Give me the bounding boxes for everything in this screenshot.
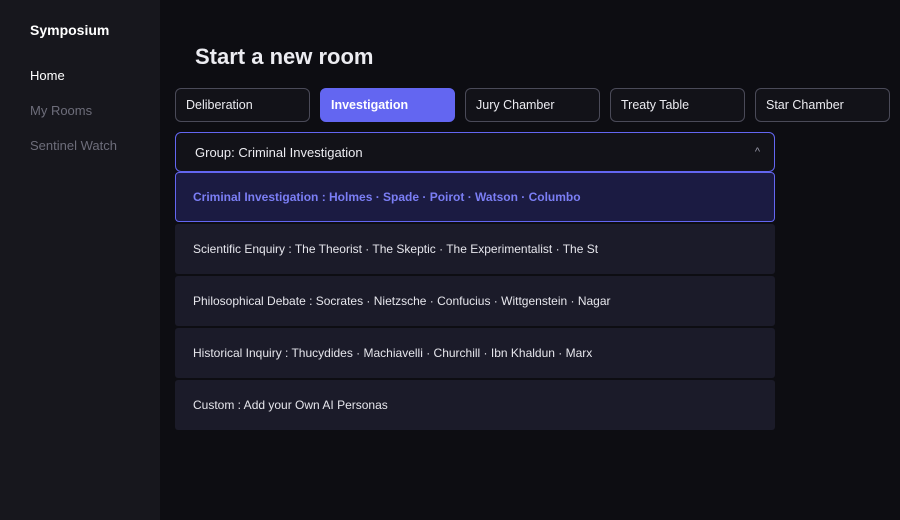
- tab-star-chamber[interactable]: Star Chamber: [755, 88, 890, 122]
- option-historical-inquiry[interactable]: Historical Inquiry : Thucydides · Machia…: [175, 328, 775, 378]
- tab-investigation[interactable]: Investigation: [320, 88, 455, 122]
- sidebar-item-my-rooms[interactable]: My Rooms: [30, 103, 92, 118]
- room-type-tabs: Deliberation Investigation Jury Chamber …: [175, 88, 890, 122]
- group-select-label: Group: Criminal Investigation: [195, 144, 363, 160]
- brand-name: Symposium: [30, 22, 110, 38]
- sidebar: Symposium Home My Rooms Sentinel Watch: [0, 0, 160, 520]
- option-scientific-enquiry[interactable]: Scientific Enquiry : The Theorist · The …: [175, 224, 775, 274]
- option-philosophical-debate[interactable]: Philosophical Debate : Socrates · Nietzs…: [175, 276, 775, 326]
- tab-jury-chamber[interactable]: Jury Chamber: [465, 88, 600, 122]
- app-window: Symposium Home My Rooms Sentinel Watch S…: [0, 0, 900, 520]
- option-custom[interactable]: Custom : Add your Own AI Personas: [175, 380, 775, 430]
- group-select-dropdown[interactable]: Group: Criminal Investigation ^: [175, 132, 775, 172]
- option-criminal-investigation[interactable]: Criminal Investigation : Holmes · Spade …: [175, 172, 775, 222]
- sidebar-item-sentinel-watch[interactable]: Sentinel Watch: [30, 138, 117, 153]
- group-options-list: Criminal Investigation : Holmes · Spade …: [175, 172, 775, 432]
- sidebar-item-home[interactable]: Home: [30, 68, 65, 83]
- chevron-up-icon: ^: [754, 146, 760, 158]
- main-content: Start a new room Deliberation Investigat…: [160, 0, 900, 520]
- page-title: Start a new room: [195, 44, 374, 69]
- tab-deliberation[interactable]: Deliberation: [175, 88, 310, 122]
- tab-treaty-table[interactable]: Treaty Table: [610, 88, 745, 122]
